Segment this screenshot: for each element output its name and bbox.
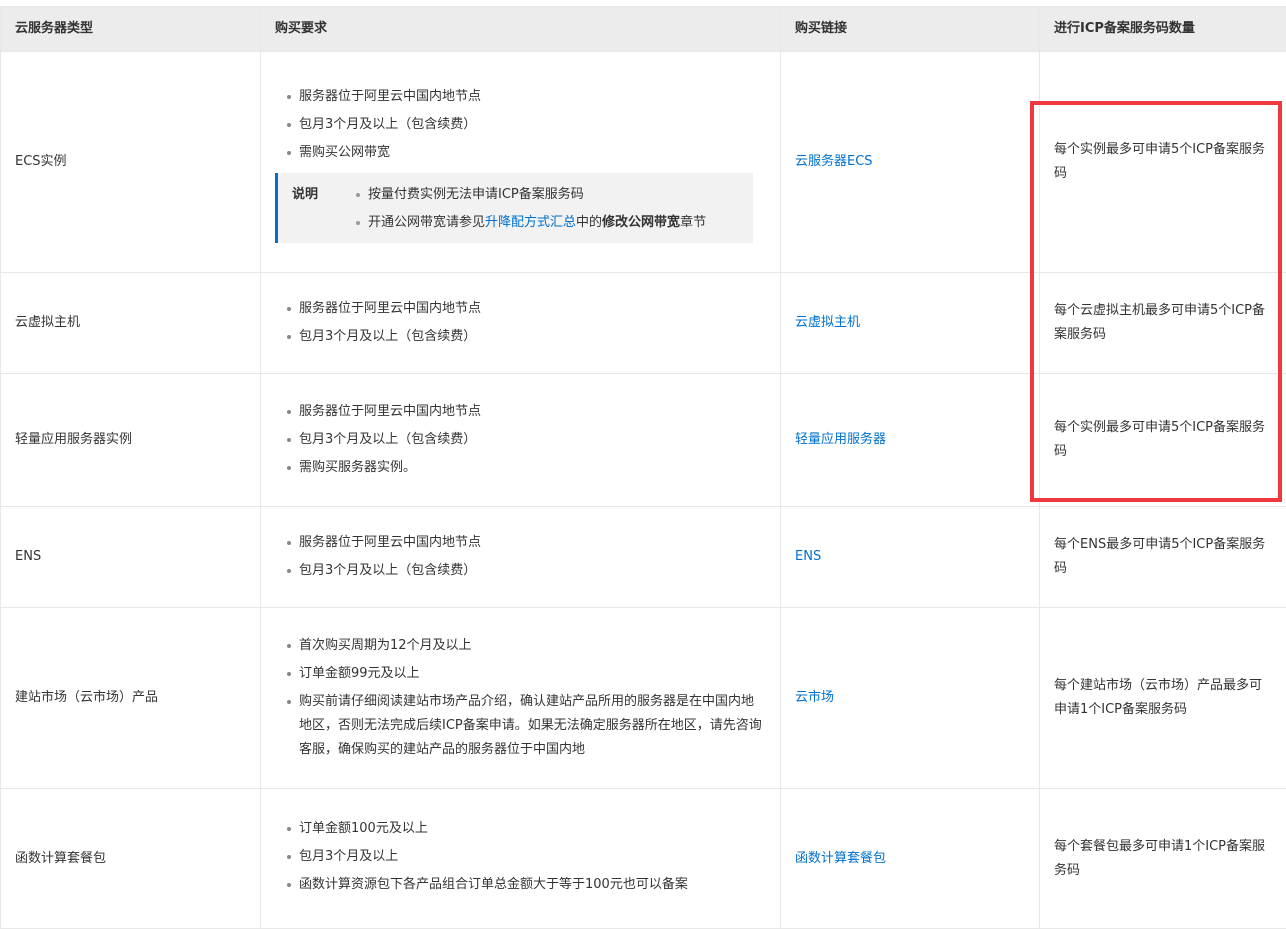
cell-server-type: 建站市场（云市场）产品 [1,608,261,789]
cell-server-type: ECS实例 [1,52,261,273]
note-label: 说明 [292,179,344,239]
cell-server-type: 云虚拟主机 [1,273,261,374]
requirements-list: 服务器位于阿里云中国内地节点 包月3个月及以上（包含续费） 需购买服务器实例。 [275,400,766,480]
cell-purchase-link: 云市场 [781,608,1040,789]
cell-purchase-link: 云虚拟主机 [781,273,1040,374]
cell-icp-code-count: 每个建站市场（云市场）产品最多可申请1个ICP备案服务码 [1040,608,1286,789]
note-text: 中的 [576,215,602,230]
list-item: 服务器位于阿里云中国内地节点 [275,85,766,109]
note-list: 按量付费实例无法申请ICP备案服务码 开通公网带宽请参见升降配方式汇总中的修改公… [344,179,706,239]
table-row: 轻量应用服务器实例 服务器位于阿里云中国内地节点 包月3个月及以上（包含续费） … [1,374,1286,507]
note-text: 开通公网带宽请参见 [368,215,485,230]
header-purchase-link: 购买链接 [781,7,1040,52]
list-item: 开通公网带宽请参见升降配方式汇总中的修改公网带宽章节 [344,211,706,235]
list-item: 包月3个月及以上（包含续费） [275,559,766,583]
list-item: 按量付费实例无法申请ICP备案服务码 [344,183,706,207]
cell-requirements: 首次购买周期为12个月及以上 订单金额99元及以上 购买前请仔细阅读建站市场产品… [261,608,781,789]
cell-icp-code-count: 每个云虚拟主机最多可申请5个ICP备案服务码 [1040,273,1286,374]
table-row: 建站市场（云市场）产品 首次购买周期为12个月及以上 订单金额99元及以上 购买… [1,608,1286,789]
table-row: ENS 服务器位于阿里云中国内地节点 包月3个月及以上（包含续费） ENS 每个… [1,507,1286,608]
list-item: 包月3个月及以上（包含续费） [275,428,766,452]
header-requirements: 购买要求 [261,7,781,52]
list-item: 订单金额100元及以上 [275,817,766,841]
purchase-link-ecs[interactable]: 云服务器ECS [795,154,873,169]
purchase-link-marketplace[interactable]: 云市场 [795,690,834,705]
icp-service-code-table: 云服务器类型 购买要求 购买链接 进行ICP备案服务码数量 ECS实例 服务器位… [0,6,1286,929]
table-row: 云虚拟主机 服务器位于阿里云中国内地节点 包月3个月及以上（包含续费） 云虚拟主… [1,273,1286,374]
cell-requirements: 服务器位于阿里云中国内地节点 包月3个月及以上（包含续费） 需购买公网带宽 说明… [261,52,781,273]
cell-server-type: 函数计算套餐包 [1,789,261,929]
cell-icp-code-count: 每个实例最多可申请5个ICP备案服务码 [1040,52,1286,273]
list-item: 服务器位于阿里云中国内地节点 [275,297,766,321]
cell-purchase-link: 云服务器ECS [781,52,1040,273]
cell-requirements: 服务器位于阿里云中国内地节点 包月3个月及以上（包含续费） [261,273,781,374]
list-item: 包月3个月及以上（包含续费） [275,325,766,349]
list-item: 购买前请仔细阅读建站市场产品介绍，确认建站产品所用的服务器是在中国内地地区，否则… [275,690,766,762]
cell-icp-code-count: 每个套餐包最多可申请1个ICP备案服务码 [1040,789,1286,929]
list-item: 需购买服务器实例。 [275,456,766,480]
note-bold-text: 修改公网带宽 [602,215,680,230]
list-item: 需购买公网带宽 [275,141,766,165]
header-server-type: 云服务器类型 [1,7,261,52]
requirements-list: 订单金额100元及以上 包月3个月及以上 函数计算资源包下各产品组合订单总金额大… [275,817,766,897]
cell-icp-code-count: 每个实例最多可申请5个ICP备案服务码 [1040,374,1286,507]
list-item: 包月3个月及以上（包含续费） [275,113,766,137]
purchase-link-lightweight-server[interactable]: 轻量应用服务器 [795,432,886,447]
list-item: 服务器位于阿里云中国内地节点 [275,531,766,555]
purchase-link-virtual-host[interactable]: 云虚拟主机 [795,315,860,330]
cell-purchase-link: 函数计算套餐包 [781,789,1040,929]
table-row: 函数计算套餐包 订单金额100元及以上 包月3个月及以上 函数计算资源包下各产品… [1,789,1286,929]
header-icp-code-count: 进行ICP备案服务码数量 [1040,7,1286,52]
cell-requirements: 订单金额100元及以上 包月3个月及以上 函数计算资源包下各产品组合订单总金额大… [261,789,781,929]
cell-server-type: 轻量应用服务器实例 [1,374,261,507]
upgrade-methods-link[interactable]: 升降配方式汇总 [485,215,576,230]
cell-requirements: 服务器位于阿里云中国内地节点 包月3个月及以上（包含续费） 需购买服务器实例。 [261,374,781,507]
list-item: 服务器位于阿里云中国内地节点 [275,400,766,424]
purchase-link-ens[interactable]: ENS [795,549,821,564]
list-item: 函数计算资源包下各产品组合订单总金额大于等于100元也可以备案 [275,873,766,897]
requirements-list: 服务器位于阿里云中国内地节点 包月3个月及以上（包含续费） [275,297,766,349]
requirements-list: 服务器位于阿里云中国内地节点 包月3个月及以上（包含续费） 需购买公网带宽 [275,85,766,165]
list-item: 包月3个月及以上 [275,845,766,869]
cell-icp-code-count: 每个ENS最多可申请5个ICP备案服务码 [1040,507,1286,608]
list-item: 订单金额99元及以上 [275,662,766,686]
cell-purchase-link: 轻量应用服务器 [781,374,1040,507]
purchase-link-function-compute[interactable]: 函数计算套餐包 [795,851,886,866]
requirements-list: 首次购买周期为12个月及以上 订单金额99元及以上 购买前请仔细阅读建站市场产品… [275,634,766,762]
cell-requirements: 服务器位于阿里云中国内地节点 包月3个月及以上（包含续费） [261,507,781,608]
requirements-list: 服务器位于阿里云中国内地节点 包月3个月及以上（包含续费） [275,531,766,583]
note-box: 说明 按量付费实例无法申请ICP备案服务码 开通公网带宽请参见升降配方式汇总中的… [275,173,753,243]
list-item: 首次购买周期为12个月及以上 [275,634,766,658]
table-header-row: 云服务器类型 购买要求 购买链接 进行ICP备案服务码数量 [1,7,1286,52]
table-row: ECS实例 服务器位于阿里云中国内地节点 包月3个月及以上（包含续费） 需购买公… [1,52,1286,273]
cell-server-type: ENS [1,507,261,608]
cell-purchase-link: ENS [781,507,1040,608]
note-text: 章节 [680,215,706,230]
